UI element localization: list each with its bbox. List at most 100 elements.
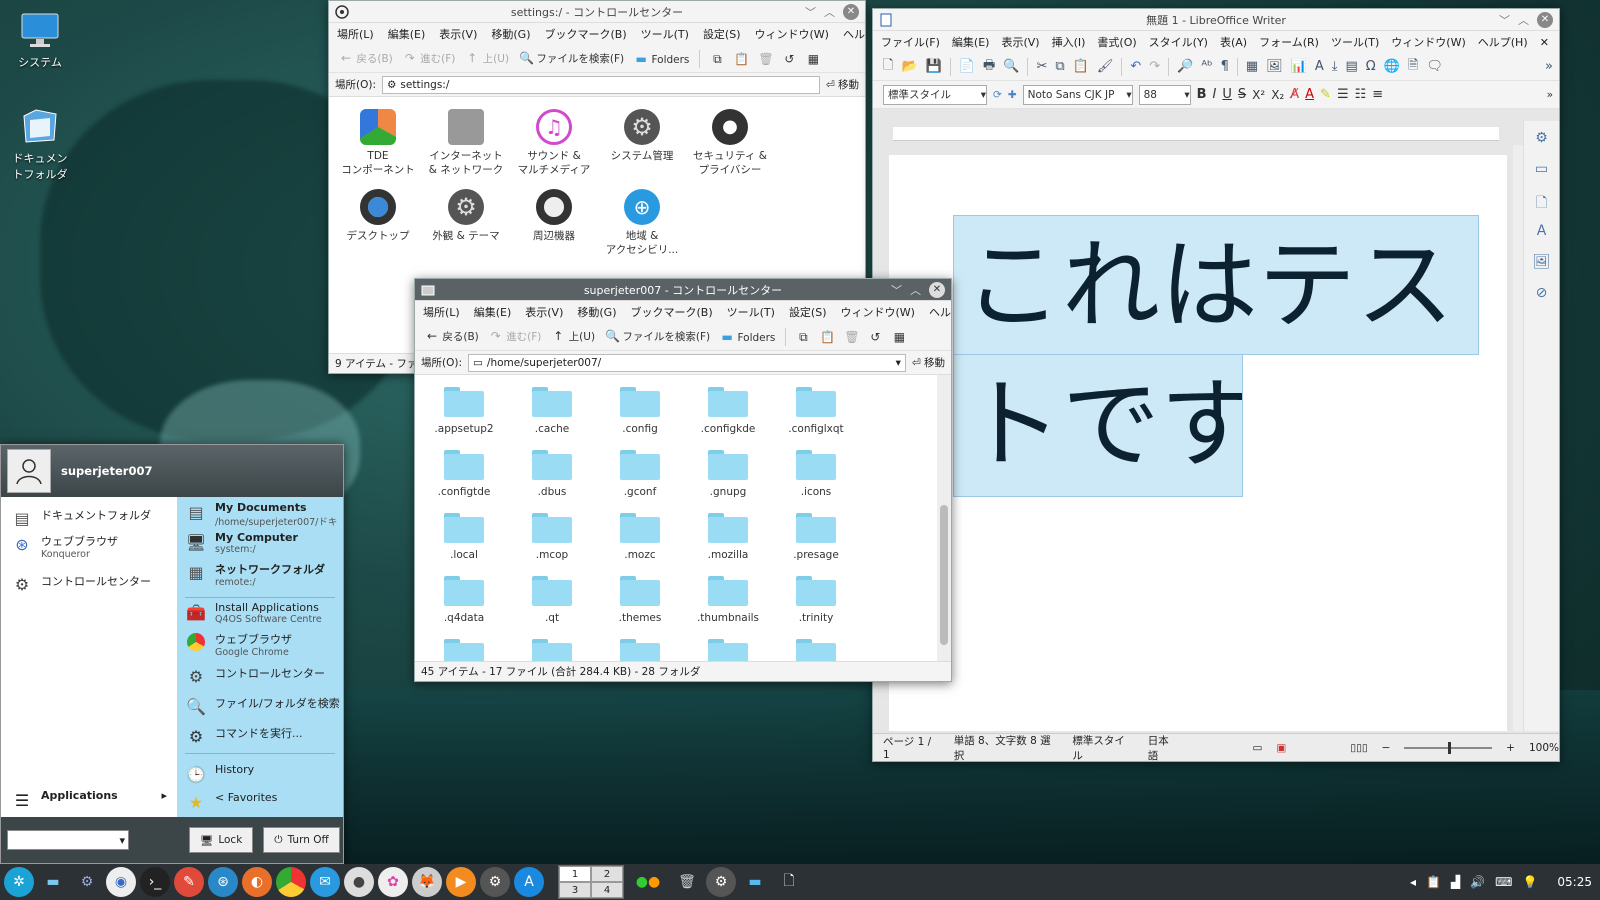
folder-item[interactable]: .thumbnails — [683, 576, 773, 624]
bold-icon[interactable]: B — [1197, 87, 1207, 102]
chrome-icon[interactable] — [276, 867, 306, 897]
save-icon[interactable]: 💾 — [926, 59, 942, 74]
back-button[interactable]: ← 戻る(B) — [425, 329, 479, 344]
doc-modified-icon[interactable]: ▣ — [1276, 742, 1286, 754]
menu-format[interactable]: 書式(O) — [1097, 34, 1136, 50]
menu-tools[interactable]: ツール(T) — [727, 304, 775, 320]
language[interactable]: 日本語 — [1148, 733, 1179, 762]
folder-item[interactable]: .qt — [507, 576, 597, 624]
task-control-center[interactable]: ⚙ — [706, 867, 736, 897]
sm-item-web-browser[interactable]: ⊛ ウェブブラウザ Konqueror — [11, 533, 118, 561]
menu-settings[interactable]: 設定(S) — [789, 304, 827, 320]
cc-item-desktop[interactable]: デスクトップ — [333, 189, 423, 243]
vertical-scrollbar[interactable] — [937, 375, 951, 661]
undo-icon[interactable]: ↶ — [1130, 59, 1141, 74]
back-button[interactable]: ← 戻る(B) — [339, 51, 393, 66]
maximize-icon[interactable]: ︿ — [910, 282, 921, 298]
sm-item-install-apps[interactable]: 🧰 Install Applications Q4OS Software Cent… — [185, 601, 322, 625]
word-count[interactable]: 単語 8、文字数 8 選択 — [954, 733, 1059, 762]
network-icon[interactable]: ▟ — [1451, 875, 1460, 889]
task-file-manager[interactable]: ▬ — [740, 867, 770, 897]
search-input[interactable]: ▾ — [7, 830, 129, 850]
trash-icon[interactable]: 🗑 — [758, 52, 773, 66]
undo-icon[interactable]: ↺ — [868, 330, 882, 344]
menu-window[interactable]: ウィンドウ(W) — [1391, 34, 1465, 50]
footnote-icon[interactable]: 🗎 — [1408, 56, 1418, 78]
cc-item-sound-multimedia[interactable]: ♫ サウンド & マルチメディア — [509, 109, 599, 177]
underline-icon[interactable]: U — [1222, 87, 1232, 102]
page-icon[interactable]: ▭ — [1533, 161, 1551, 179]
folder-item[interactable]: .gconf — [595, 450, 685, 498]
sm-item-favorites[interactable]: ★ < Favorites — [185, 791, 278, 813]
minimize-icon[interactable]: ﹀ — [891, 282, 902, 298]
forward-button[interactable]: ↷ 進む(F) — [489, 329, 542, 344]
hyperlink-icon[interactable]: 🌐 — [1384, 59, 1400, 74]
superscript-icon[interactable]: X² — [1252, 88, 1265, 102]
strikethrough-icon[interactable]: S — [1238, 87, 1246, 102]
new-document-icon[interactable]: 🗋 — [883, 56, 893, 78]
subscript-icon[interactable]: X₂ — [1271, 88, 1284, 102]
clone-format-icon[interactable]: 🖌 — [1097, 59, 1114, 74]
ruler[interactable] — [893, 127, 1499, 141]
konqueror-icon[interactable]: ◉ — [106, 867, 136, 897]
folder-item[interactable]: .themes — [595, 576, 685, 624]
gimp-icon[interactable]: 🦊 — [412, 867, 442, 897]
minimize-icon[interactable]: ﹀ — [1499, 12, 1510, 28]
search-button[interactable]: 🔍 ファイルを検索(F) — [605, 329, 710, 344]
applications-button[interactable]: ☰ Applications ▸ — [11, 789, 167, 811]
folder-item[interactable]: .local — [419, 513, 509, 561]
folder-icon[interactable] — [708, 639, 748, 661]
menu-edit[interactable]: 編集(E) — [474, 304, 512, 320]
close-document-icon[interactable]: ✕ — [1540, 36, 1549, 49]
sm-item-run-command[interactable]: ⚙ コマンドを実行... — [185, 725, 303, 747]
zoom-level[interactable]: 100% — [1529, 742, 1559, 754]
page-style[interactable]: 標準スタイル — [1072, 733, 1133, 762]
turn-off-button[interactable]: ⏻ Turn Off — [263, 827, 340, 853]
gallery-icon[interactable]: 🖼 — [1533, 254, 1551, 272]
folder-item[interactable]: .gnupg — [683, 450, 773, 498]
redo-icon[interactable]: ↷ — [1149, 59, 1160, 74]
menu-window[interactable]: ウィンドウ(W) — [755, 26, 829, 42]
forward-button[interactable]: ↷ 進む(F) — [403, 51, 456, 66]
menu-tools[interactable]: ツール(T) — [641, 26, 689, 42]
view-layout-icon[interactable]: ▯▯▯ — [1350, 742, 1367, 754]
up-button[interactable]: ↑ 上(U) — [465, 51, 509, 66]
sm-item-network-folders[interactable]: ▦ ネットワークフォルダ remote:/ — [185, 561, 325, 589]
cc-item-peripherals[interactable]: 周辺機器 — [509, 189, 599, 243]
trash-icon[interactable]: 🗑 — [844, 330, 859, 344]
folder-icon[interactable] — [620, 639, 660, 661]
sm-item-my-documents[interactable]: ▤ My Documents/home/superjeter007/ドキ — [185, 501, 337, 528]
folder-item[interactable]: .configtde — [419, 450, 509, 498]
folder-icon[interactable] — [532, 639, 572, 661]
sm-item-chrome[interactable]: ウェブブラウザ Google Chrome — [185, 631, 292, 658]
folder-item[interactable]: .configkde — [683, 387, 773, 435]
insert-textbox-icon[interactable]: A — [1315, 59, 1324, 74]
clipboard-icon[interactable]: 📋 — [1426, 875, 1441, 889]
menu-help[interactable]: ヘルプ(H) — [929, 304, 951, 320]
folder-item[interactable]: .trinity — [771, 576, 861, 624]
highlight-icon[interactable]: ✎ — [1320, 87, 1331, 102]
zoom-slider-handle[interactable] — [1448, 741, 1452, 754]
desktop-icon-documents[interactable]: ドキュメン トフォルダ — [0, 106, 80, 182]
font-size-select[interactable]: 88 ▾ — [1138, 84, 1191, 105]
menu-location[interactable]: 場所(L) — [423, 304, 460, 320]
app-store-icon[interactable]: A — [514, 867, 544, 897]
menu-location[interactable]: 場所(L) — [337, 26, 374, 42]
new-style-icon[interactable]: ✚ — [1008, 89, 1017, 101]
media-player-icon[interactable]: ▶ — [446, 867, 476, 897]
updates-icon[interactable]: 💡 — [1522, 875, 1537, 889]
menu-view[interactable]: 表示(V) — [525, 304, 563, 320]
menu-go[interactable]: 移動(G) — [491, 26, 530, 42]
folder-item[interactable]: .mcop — [507, 513, 597, 561]
more-icon[interactable]: » — [1547, 89, 1553, 101]
menu-styles[interactable]: スタイル(Y) — [1149, 34, 1208, 50]
folder-item[interactable]: .mozc — [595, 513, 685, 561]
vertical-scrollbar[interactable] — [1513, 145, 1523, 731]
find-replace-icon[interactable]: 🔎 — [1177, 59, 1193, 74]
menu-help[interactable]: ヘルプ(H) — [843, 26, 865, 42]
pager-desktop-3[interactable]: 3 — [559, 882, 591, 898]
cc-item-region-accessibility[interactable]: ⊕ 地域 & アクセシビリ... — [597, 189, 687, 257]
page-count[interactable]: ページ 1 / 1 — [883, 734, 940, 761]
selected-text-line2[interactable]: トです — [953, 355, 1243, 497]
folder-item[interactable]: .cache — [507, 387, 597, 435]
